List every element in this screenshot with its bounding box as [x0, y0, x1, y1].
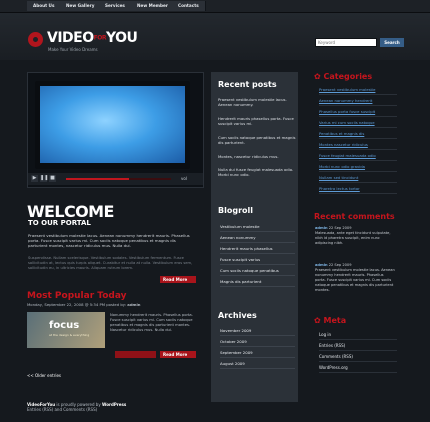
category-item[interactable]: Fusce feugiat malesuada odio: [319, 153, 397, 161]
comment-item: admin 22 Sep 2009 Malesuada, ante eget ti…: [315, 226, 395, 246]
category-item[interactable]: Nullam sed tincidunt: [319, 175, 397, 183]
play-icon[interactable]: ▶: [31, 175, 38, 182]
video-player: ▶ ❚❚ ■ vol: [27, 72, 204, 188]
meta-title: ✿ Meta: [314, 316, 347, 325]
progress-bar[interactable]: [66, 178, 171, 180]
category-item[interactable]: Phasellus porta fusce suscipit: [319, 109, 397, 117]
logo-for-text: FOR: [93, 34, 107, 42]
blogroll-item[interactable]: Hendrerit mauris phasellus: [220, 246, 295, 254]
archive-item[interactable]: October 2009: [220, 339, 295, 347]
logo-icon: [28, 32, 43, 47]
blogroll-item[interactable]: Vestibulum molestie: [220, 224, 295, 232]
comment-text: Malesuada, ante eget tincidunt vulputate…: [315, 231, 391, 245]
popular-meta: Monday, September 22, 2008 @ 5:34 PM pos…: [27, 302, 202, 307]
category-item[interactable]: Penatibus et magnis dis: [319, 131, 397, 139]
tagline: Make Your Video Dreams: [48, 47, 98, 52]
welcome-text: Praesent vestibulum molestie lacus. Aene…: [28, 233, 190, 248]
recent-posts-title: Recent posts: [218, 80, 277, 89]
comment-date: 22 Sep 2009: [328, 263, 352, 267]
comment-author[interactable]: admin: [315, 226, 328, 230]
categories-title: ✿ Categories: [314, 72, 373, 81]
logo-you-text: YOU: [105, 30, 138, 46]
popular-text: Nonummy hendrerit mauris. Phasellus port…: [110, 313, 193, 332]
nav-new-gallery[interactable]: New Gallery: [60, 1, 102, 11]
recent-post[interactable]: Praesent vestibulum molestie lacus. Aene…: [218, 97, 298, 107]
popular-read-more-button[interactable]: Read More: [160, 351, 196, 358]
recent-comments-title: Recent comments: [314, 212, 395, 221]
footer-wordpress-link[interactable]: WordPress: [102, 402, 126, 407]
blogroll-item[interactable]: Magnis dis parturient: [220, 279, 295, 287]
thumbnail-subtitle: at the design & everything: [49, 333, 90, 337]
blogroll-title: Blogroll: [218, 206, 253, 215]
archive-item[interactable]: September 2009: [220, 350, 295, 358]
player-controls: ▶ ❚❚ ■ vol: [28, 173, 203, 185]
popular-title: Most Popular Today: [27, 291, 127, 301]
logo[interactable]: VIDEOFORYOU: [47, 30, 138, 46]
older-entries-link[interactable]: << Older entries: [27, 373, 61, 378]
recent-post[interactable]: Montes, nascetur ridiculus mus.: [218, 154, 298, 159]
meta-title-text: Meta: [323, 316, 347, 325]
nav-about-us[interactable]: About Us: [27, 1, 62, 11]
read-more-button[interactable]: Read More: [160, 276, 196, 283]
video-screen[interactable]: [35, 81, 190, 169]
popular-thumbnail[interactable]: focus at the design & everything: [27, 312, 105, 348]
thumbnail-title: focus: [49, 320, 80, 331]
archive-item[interactable]: August 2009: [220, 361, 295, 369]
category-item[interactable]: Morbi nunc odio gravida: [319, 164, 397, 172]
category-item[interactable]: Montes nascetur ridiculus: [319, 142, 397, 150]
meta-item[interactable]: WordPress.org: [319, 365, 397, 373]
recent-post[interactable]: Nulla dui fusce feugiat malesuada odio. …: [218, 167, 298, 177]
categories-title-text: Categories: [323, 72, 373, 81]
logo-video-text: VIDEO: [47, 30, 94, 46]
category-item[interactable]: Pharetra lectus tortor: [319, 186, 397, 194]
category-item[interactable]: Aenean nonummy hendrerit: [319, 98, 397, 106]
welcome-text-secondary: Suspendisse. Nullam scelerisque. Vestibu…: [28, 256, 193, 270]
top-nav: About Us New Gallery Services New Member…: [0, 0, 430, 13]
meta-item[interactable]: Comments (RSS): [319, 354, 397, 362]
archive-item[interactable]: November 2009: [220, 328, 295, 336]
nav-services[interactable]: Services: [99, 1, 132, 11]
nav-contacts[interactable]: Contacts: [172, 1, 206, 11]
comment-date: 22 Sep 2009: [328, 226, 352, 230]
search-button[interactable]: Search: [380, 38, 404, 47]
category-item[interactable]: Praesent vestibulum molestie: [319, 87, 397, 95]
comment-item: admin 22 Sep 2009 Praesent vestibulum mol…: [315, 263, 395, 293]
meta-item[interactable]: Entries (RSS): [319, 343, 397, 351]
blogroll-item[interactable]: Cum sociis natoque penatibus: [220, 268, 295, 276]
archives-title: Archives: [218, 311, 257, 320]
meta-item[interactable]: Log in: [319, 332, 397, 340]
stop-icon[interactable]: ■: [49, 175, 56, 182]
blogroll-item[interactable]: Aenean nonummy: [220, 235, 295, 243]
category-item[interactable]: Varius mi cum sociis natoque: [319, 120, 397, 128]
popular-author[interactable]: admin: [127, 302, 140, 307]
pause-icon[interactable]: ❚❚: [40, 175, 48, 182]
progress-fill: [66, 178, 129, 180]
comment-author[interactable]: admin: [315, 263, 328, 267]
comment-text: Praesent vestibulum molestie lacus. Aene…: [315, 268, 395, 292]
popular-meta-text: Monday, September 22, 2008 @ 5:34 PM pos…: [27, 302, 127, 307]
search-input[interactable]: [315, 38, 377, 47]
volume-label[interactable]: vol: [181, 176, 187, 181]
recent-post[interactable]: Hendrerit mauris phasellus porta. Fusce …: [218, 116, 298, 126]
footer-rss-links[interactable]: Entries (RSS) and Comments (RSS): [27, 407, 97, 412]
blogroll-item[interactable]: Fusce suscipit varius: [220, 257, 295, 265]
popular-bar: [115, 351, 156, 358]
recent-post[interactable]: Cum sociis natoque penatibus et magnis d…: [218, 135, 298, 145]
video-screen-glow: [40, 86, 185, 163]
welcome-subtitle: TO OUR PORTAL: [28, 219, 91, 227]
nav-new-member[interactable]: New Member: [131, 1, 175, 11]
footer: VideoForYou is proudly powered by WordPr…: [27, 402, 147, 412]
